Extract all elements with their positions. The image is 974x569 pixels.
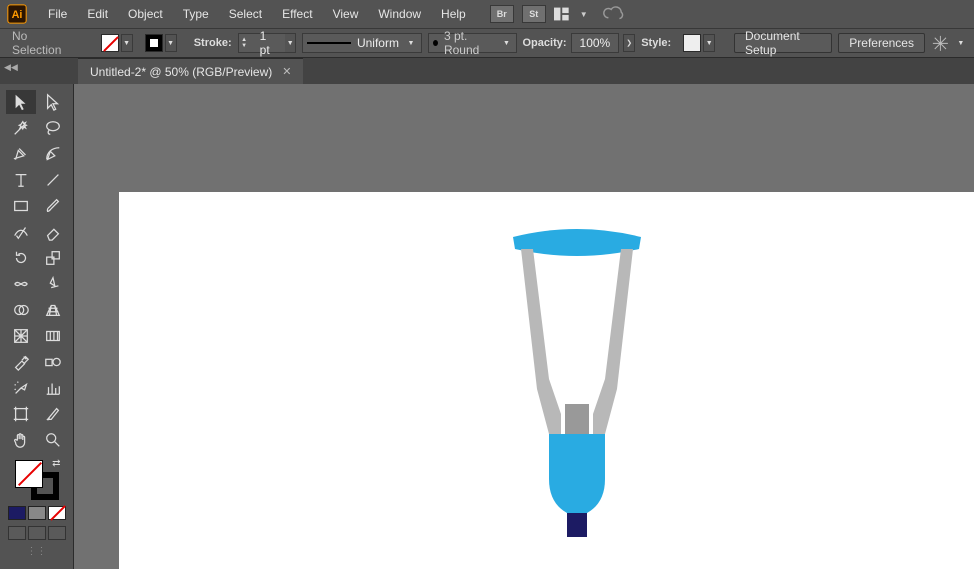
opacity-label[interactable]: Opacity: [523,37,567,49]
preferences-button[interactable]: Preferences [838,33,925,53]
selection-status: No Selection [8,27,74,59]
canvas-area[interactable] [74,84,974,569]
opacity-dropdown[interactable]: ❯ [623,34,635,52]
menu-window[interactable]: Window [368,3,431,25]
draw-behind[interactable] [28,526,46,540]
menu-effect[interactable]: Effect [272,3,322,25]
lasso-tool[interactable] [38,116,68,140]
tools-panel: ⇄ ⋮⋮ [0,84,74,569]
align-dropdown[interactable]: ▼ [956,34,966,52]
direct-selection-tool[interactable] [38,90,68,114]
stroke-weight-dropdown[interactable]: ▼ [285,34,294,52]
stroke-weight-value[interactable]: 1 pt [250,29,286,57]
menu-view[interactable]: View [323,3,369,25]
fill-stroke-indicator[interactable]: ⇄ [15,460,59,500]
brush-dropdown[interactable]: ▼ [502,34,512,52]
curvature-tool[interactable] [38,142,68,166]
magic-wand-tool[interactable] [6,116,36,140]
arrange-documents-icon[interactable] [554,7,576,21]
fill-color-icon[interactable] [15,460,43,488]
fill-swatch-none-icon[interactable] [101,34,119,52]
menu-help[interactable]: Help [431,3,476,25]
rotate-tool[interactable] [6,246,36,270]
shape-builder-tool[interactable] [6,298,36,322]
shaper-tool[interactable] [6,220,36,244]
style-label[interactable]: Style: [641,37,671,49]
document-tab-title: Untitled-2* @ 50% (RGB/Preview) [90,65,272,79]
close-tab-icon[interactable]: ✕ [282,65,291,78]
scale-tool[interactable] [38,246,68,270]
brush-definition[interactable]: 3 pt. Round ▼ [428,33,517,53]
menu-type[interactable]: Type [173,3,219,25]
stroke-dropdown[interactable]: ▼ [165,34,177,52]
opacity-value[interactable]: 100% [571,33,620,53]
brush-label: 3 pt. Round [444,29,496,57]
menu-object[interactable]: Object [118,3,173,25]
draw-inside[interactable] [48,526,66,540]
stock-button[interactable]: St [522,5,546,23]
line-segment-tool[interactable] [38,168,68,192]
column-graph-tool[interactable] [38,376,68,400]
style-swatch-icon[interactable] [683,34,701,52]
sync-settings-icon[interactable] [602,3,624,25]
stroke-swatch-group[interactable]: ▼ [145,34,177,52]
slice-tool[interactable] [38,402,68,426]
brush-dot-icon [433,40,438,46]
variable-width-profile[interactable]: Uniform ▼ [302,33,422,53]
stroke-weight-stepper[interactable]: ▲▼ 1 pt ▼ [238,33,296,53]
svg-text:Ai: Ai [12,9,23,21]
artwork-crutch[interactable] [507,219,647,552]
profile-line-icon [307,42,351,44]
selection-tool[interactable] [6,90,36,114]
artboard-tool[interactable] [6,402,36,426]
panel-collapse-icon[interactable]: ◀◀ [4,62,18,74]
panel-resize-grip-icon[interactable]: ⋮⋮ [27,546,47,557]
style-dropdown[interactable]: ▼ [703,34,715,52]
artboard[interactable] [119,192,974,569]
document-tab[interactable]: Untitled-2* @ 50% (RGB/Preview) ✕ [78,58,303,84]
gradient-tool[interactable] [38,324,68,348]
color-mode-none[interactable] [48,506,66,520]
document-setup-button[interactable]: Document Setup [734,33,832,53]
free-transform-tool[interactable] [38,272,68,296]
fill-swatch-group[interactable]: ▼ [101,34,133,52]
swap-fill-stroke-icon[interactable]: ⇄ [52,458,60,469]
type-tool[interactable] [6,168,36,192]
menu-edit[interactable]: Edit [77,3,118,25]
perspective-grid-tool[interactable] [38,298,68,322]
menu-select[interactable]: Select [219,3,272,25]
document-tab-strip: Untitled-2* @ 50% (RGB/Preview) ✕ [0,58,974,84]
profile-label: Uniform [357,36,399,50]
graphic-style[interactable]: ▼ [683,34,715,52]
arrange-documents-dropdown[interactable]: ▼ [580,10,588,19]
pen-tool[interactable] [6,142,36,166]
eyedropper-tool[interactable] [6,350,36,374]
menu-file[interactable]: File [38,3,77,25]
opacity-value-text: 100% [580,36,611,50]
color-mode-solid[interactable] [8,506,26,520]
rectangle-tool[interactable] [6,194,36,218]
color-mode-gradient[interactable] [28,506,46,520]
draw-normal[interactable] [8,526,26,540]
zoom-tool[interactable] [38,428,68,452]
mesh-tool[interactable] [6,324,36,348]
width-tool[interactable] [6,272,36,296]
hand-tool[interactable] [6,428,36,452]
blend-tool[interactable] [38,350,68,374]
stroke-swatch-icon[interactable] [145,34,163,52]
eraser-tool[interactable] [38,220,68,244]
app-logo-illustrator: Ai [6,3,28,25]
paintbrush-tool[interactable] [38,194,68,218]
align-flyout-icon[interactable] [931,33,950,53]
control-bar: No Selection ▼ ▼ Stroke: ▲▼ 1 pt ▼ Unifo… [0,28,974,58]
menu-bar: Ai File Edit Object Type Select Effect V… [0,0,974,28]
profile-dropdown[interactable]: ▼ [405,34,417,52]
stroke-label[interactable]: Stroke: [194,37,232,49]
stepper-arrows-icon[interactable]: ▲▼ [239,37,250,49]
symbol-sprayer-tool[interactable] [6,376,36,400]
fill-dropdown[interactable]: ▼ [121,34,133,52]
bridge-button[interactable]: Br [490,5,514,23]
